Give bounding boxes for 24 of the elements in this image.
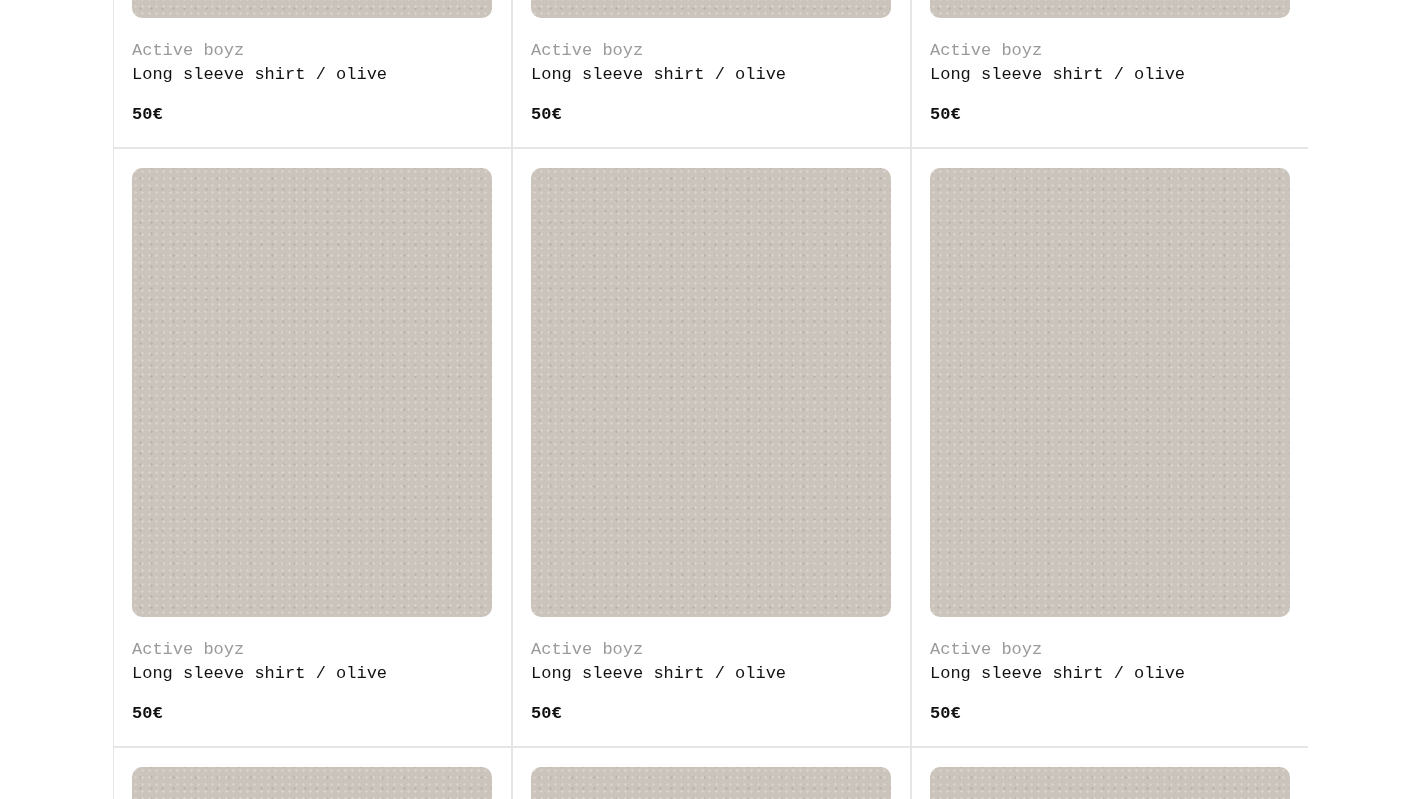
product-name: Long sleeve shirt / olive <box>132 663 388 685</box>
product-price: 50€ <box>132 104 163 126</box>
product-brand: Active boyz <box>132 639 245 661</box>
product-brand: Active boyz <box>930 40 1043 62</box>
product-price: 50€ <box>930 104 961 126</box>
product-name: Long sleeve shirt / olive <box>930 64 1186 86</box>
product-card[interactable]: Active boyz Long sleeve shirt / olive 50€ <box>513 149 910 746</box>
product-price: 50€ <box>531 703 562 725</box>
product-price: 50€ <box>132 703 163 725</box>
product-card[interactable]: Active boyz Long sleeve shirt / olive 50€ <box>114 0 511 147</box>
product-card[interactable]: Active boyz Long sleeve shirt / olive 50€ <box>912 149 1309 746</box>
product-brand: Active boyz <box>531 40 644 62</box>
product-name: Long sleeve shirt / olive <box>531 663 787 685</box>
product-card[interactable]: Active boyz Long sleeve shirt / olive 50€ <box>912 0 1309 147</box>
product-name: Long sleeve shirt / olive <box>930 663 1186 685</box>
product-name: Long sleeve shirt / olive <box>132 64 388 86</box>
product-brand: Active boyz <box>930 639 1043 661</box>
product-card[interactable]: Active boyz Long sleeve shirt / olive 50€ <box>513 0 910 147</box>
product-price: 50€ <box>531 104 562 126</box>
product-name: Long sleeve shirt / olive <box>531 64 787 86</box>
product-brand: Active boyz <box>132 40 245 62</box>
product-brand: Active boyz <box>531 639 644 661</box>
product-card[interactable]: Active boyz Long sleeve shirt / olive 50€ <box>114 149 511 746</box>
product-price: 50€ <box>930 703 961 725</box>
